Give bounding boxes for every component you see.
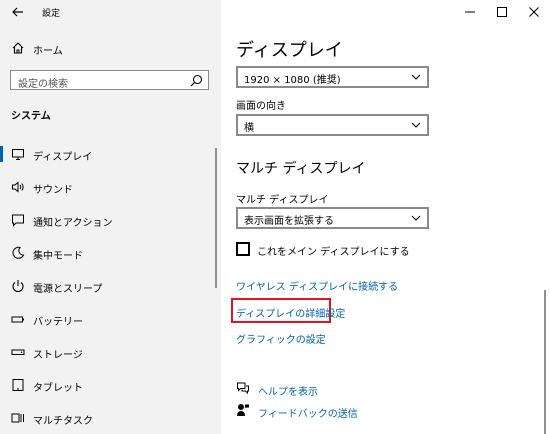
sidebar-item-sound[interactable]: サウンド (0, 175, 221, 199)
close-icon (529, 7, 539, 17)
resolution-value: 1920 × 1080 (推奨) (244, 75, 341, 86)
close-button[interactable] (526, 4, 542, 20)
main-display-checkbox-label: これをメイン ディスプレイにする (257, 247, 410, 258)
search-placeholder: 設定の検索 (18, 79, 68, 90)
graphics-settings-link[interactable]: グラフィックの設定 (236, 331, 326, 346)
back-button[interactable] (10, 4, 26, 20)
speaker-icon (12, 181, 24, 193)
maximize-button[interactable] (494, 4, 510, 20)
sidebar-item-label: 集中モード (33, 251, 83, 262)
sidebar-item-label: 電源とスリープ (33, 284, 103, 295)
multitask-icon (11, 413, 24, 423)
search-input[interactable]: 設定の検索 (10, 70, 209, 90)
chevron-down-icon (411, 122, 421, 128)
get-help-link[interactable]: ヘルプを表示 (258, 383, 318, 398)
battery-icon (11, 316, 24, 323)
sidebar-item-tablet[interactable]: タブレット (0, 373, 221, 397)
back-arrow-icon (12, 7, 23, 17)
sidebar-item-label: タブレット (33, 383, 83, 394)
advanced-display-link[interactable]: ディスプレイの詳細設定 (236, 305, 345, 320)
minimize-button[interactable] (462, 4, 478, 20)
sidebar-section-title: システム (11, 111, 51, 122)
search-icon (190, 74, 203, 87)
storage-icon (11, 349, 25, 355)
active-indicator (0, 146, 3, 162)
main-display-checkbox[interactable] (236, 242, 250, 256)
multi-display-value: 表示画面を拡張する (244, 216, 334, 227)
sidebar-item-battery[interactable]: バッテリー (0, 307, 221, 331)
wireless-display-link[interactable]: ワイヤレス ディスプレイに接続する (236, 278, 398, 293)
titlebar-left: 設定 (0, 0, 221, 26)
tablet-icon (12, 379, 24, 391)
sidebar-item-label: バッテリー (33, 317, 83, 328)
multi-display-dropdown[interactable]: 表示画面を拡張する (236, 207, 429, 229)
feedback-link[interactable]: フィードバックの送信 (258, 405, 358, 420)
chevron-down-icon (411, 215, 421, 221)
sidebar-scrollbar[interactable] (215, 148, 217, 288)
sidebar-item-label: ストレージ (33, 350, 83, 361)
sidebar-item-display[interactable]: ディスプレイ (0, 142, 221, 166)
orientation-label: 画面の向き (236, 101, 286, 112)
help-chat-icon (237, 382, 249, 395)
content-scrollbar[interactable] (544, 290, 546, 434)
multi-display-heading: マルチ ディスプレイ (236, 161, 366, 177)
home-label: ホーム (33, 46, 63, 57)
sidebar-item-label: マルチタスク (33, 416, 93, 427)
main-content: ディスプレイ 1920 × 1080 (推奨) 画面の向き 横 マルチ ディスプ… (221, 0, 550, 434)
multi-display-label: マルチ ディスプレイ (236, 195, 329, 206)
maximize-icon (497, 7, 507, 17)
sidebar-item-focus[interactable]: 集中モード (0, 241, 221, 265)
home-icon (12, 42, 24, 54)
sidebar-item-label: ディスプレイ (33, 152, 93, 163)
orientation-value: 横 (244, 123, 254, 134)
sidebar-item-label: 通知とアクション (33, 218, 113, 229)
sidebar-item-multitask[interactable]: マルチタスク (0, 406, 221, 430)
power-icon (12, 280, 24, 293)
orientation-dropdown[interactable]: 横 (236, 114, 429, 136)
minimize-icon (465, 11, 475, 13)
sidebar: 設定 ホーム 設定の検索 システム ディスプレイ サウンド 通知とアクション 集… (0, 0, 221, 434)
app-title: 設定 (42, 9, 61, 19)
resolution-dropdown[interactable]: 1920 × 1080 (推奨) (236, 66, 429, 88)
sidebar-item-home[interactable]: ホーム (0, 38, 221, 60)
page-title: ディスプレイ (236, 40, 343, 61)
sidebar-item-notifications[interactable]: 通知とアクション (0, 208, 221, 232)
chevron-down-icon (411, 74, 421, 80)
monitor-icon (12, 149, 24, 160)
moon-icon (12, 246, 25, 259)
sidebar-item-label: サウンド (33, 185, 73, 196)
notification-icon (12, 214, 24, 227)
sidebar-item-storage[interactable]: ストレージ (0, 340, 221, 364)
sidebar-item-power[interactable]: 電源とスリープ (0, 274, 221, 298)
feedback-person-icon (237, 404, 249, 416)
